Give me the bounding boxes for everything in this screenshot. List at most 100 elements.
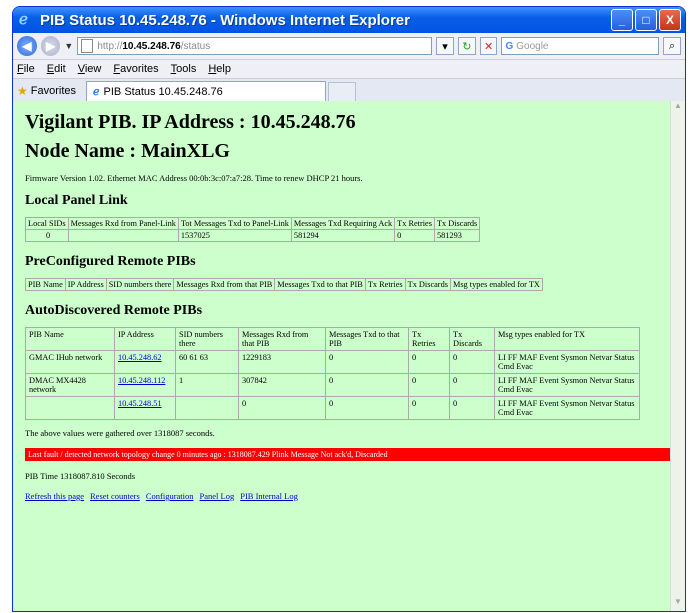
table-header: Local SIDs [25, 217, 69, 230]
menu-view[interactable]: View [78, 63, 102, 75]
scroll-up-icon[interactable]: ▲ [671, 101, 685, 115]
page-icon [81, 39, 94, 53]
table-cell: 1 [175, 373, 239, 397]
history-dropdown-icon[interactable]: ▼ [64, 41, 73, 51]
table-header: Messages Txd to that PIB [274, 278, 366, 291]
table-header: Tx Retries [364, 278, 406, 291]
pib-name-cell: GMAC IHub network [25, 350, 115, 374]
tab-pib-status[interactable]: ℯ PIB Status 10.45.248.76 [86, 81, 327, 101]
table-cell: 581293 [433, 229, 481, 242]
autodiscovered-table: PIB Name IP Address SID numbers there Me… [25, 327, 640, 420]
table-header: Messages Txd Requiring Ack [290, 217, 396, 230]
table-row: GMAC IHub network 10.45.248.62 60 61 63 … [25, 350, 640, 374]
search-input[interactable]: G Google [501, 37, 660, 55]
table-header: SID numbers there [175, 327, 239, 351]
page-heading: Vigilant PIB. IP Address : 10.45.248.76 [25, 111, 356, 133]
table-header: Msg types enabled for TX [449, 278, 543, 291]
node-name: Node Name : MainXLG [25, 140, 230, 162]
star-icon: ★ [17, 84, 28, 98]
ip-link[interactable]: 10.45.248.112 [118, 376, 165, 385]
gathered-note: The above values were gathered over 1318… [25, 428, 215, 438]
table-row: 0 1537025 581294 0 581293 [25, 229, 481, 242]
forward-button[interactable]: ▶ [40, 36, 61, 56]
firmware-info: Firmware Version 1.02. Ethernet MAC Addr… [25, 173, 363, 183]
table-header: Messages Txd to that PIB [325, 327, 409, 351]
table-cell: 0 [408, 350, 450, 374]
table-cell: 0 [325, 350, 409, 374]
table-cell: 0 [325, 396, 409, 420]
address-host: 10.45.248.76 [122, 40, 181, 52]
search-icon[interactable]: ⌕ [663, 37, 681, 55]
table-cell: 0 [408, 396, 450, 420]
table-cell: LI FF MAF Event Sysmon Netvar Status Cmd… [494, 396, 640, 420]
table-cell: 0 [238, 396, 326, 420]
google-icon: G [505, 40, 514, 52]
minimize-button[interactable]: _ [611, 9, 633, 31]
table-cell: 0 [408, 373, 450, 397]
table-header: Tx Discards [404, 278, 451, 291]
stop-icon[interactable]: ✕ [479, 37, 498, 55]
new-tab-button[interactable] [328, 82, 357, 101]
table-header: Tx Retries [408, 327, 450, 351]
table-cell: 0 [449, 373, 495, 397]
table-header: Messages Rxd from Panel-Link [67, 217, 179, 230]
favorites-button[interactable]: ★ Favorites [17, 81, 86, 101]
table-cell: 0 [449, 396, 495, 420]
preconfigured-table: PIB Name IP Address SID numbers there Me… [25, 278, 543, 291]
reset-counters-link[interactable]: Reset counters [90, 491, 140, 501]
table-header-row: Local SIDs Messages Rxd from Panel-Link … [25, 217, 481, 230]
address-path: /status [180, 40, 211, 52]
autodiscovered-title: AutoDiscovered Remote PIBs [25, 303, 203, 318]
close-button[interactable]: X [659, 9, 681, 31]
ip-link[interactable]: 10.45.248.51 [118, 399, 162, 408]
vertical-scrollbar[interactable]: ▲ ▼ [670, 101, 685, 611]
tab-label: PIB Status 10.45.248.76 [103, 85, 223, 98]
back-button[interactable]: ◀ [17, 36, 37, 56]
menu-favorites[interactable]: Favorites [113, 63, 158, 75]
preconfigured-title: PreConfigured Remote PIBs [25, 254, 196, 269]
refresh-icon[interactable]: ↻ [457, 37, 476, 55]
table-header: Msg types enabled for TX [494, 327, 640, 351]
table-header-row: PIB Name IP Address SID numbers there Me… [25, 278, 543, 291]
address-dropdown-icon[interactable]: ▾ [436, 37, 454, 55]
menu-edit[interactable]: Edit [47, 63, 66, 75]
ip-link[interactable]: 10.45.248.62 [118, 353, 162, 362]
window-title: PIB Status 10.45.248.76 - Windows Intern… [40, 11, 410, 29]
menu-file[interactable]: File [17, 63, 35, 75]
table-cell: 60 61 63 [175, 350, 239, 374]
table-cell [175, 396, 239, 420]
table-cell: 581294 [290, 229, 396, 242]
tab-ie-icon: ℯ [93, 86, 100, 98]
panel-log-link[interactable]: Panel Log [200, 491, 235, 501]
title-bar: ℯ PIB Status 10.45.248.76 - Windows Inte… [13, 7, 685, 33]
ip-cell: 10.45.248.62 [114, 350, 176, 374]
favorites-label: Favorites [30, 85, 77, 97]
table-cell: LI FF MAF Event Sysmon Netvar Status Cmd… [494, 373, 640, 397]
configuration-link[interactable]: Configuration [146, 491, 194, 501]
browser-window: ℯ PIB Status 10.45.248.76 - Windows Inte… [12, 6, 686, 612]
address-bar-row: ◀ ▶ ▼ http://10.45.248.76/status ▾ ↻ ✕ G… [13, 33, 685, 60]
page-content: Vigilant PIB. IP Address : 10.45.248.76 … [13, 101, 685, 611]
address-prefix: http:// [97, 40, 123, 52]
pib-internal-log-link[interactable]: PIB Internal Log [240, 491, 298, 501]
scroll-down-icon[interactable]: ▼ [671, 597, 685, 611]
table-header: IP Address [114, 327, 176, 351]
local-panel-table: Local SIDs Messages Rxd from Panel-Link … [25, 217, 481, 242]
search-placeholder: Google [516, 40, 549, 52]
table-header: PIB Name [25, 327, 115, 351]
ip-cell: 10.45.248.51 [114, 396, 176, 420]
table-header: SID numbers there [105, 278, 175, 291]
menu-help[interactable]: Help [208, 63, 231, 75]
local-panel-title: Local Panel Link [25, 193, 128, 208]
maximize-button[interactable]: □ [635, 9, 657, 31]
table-header: Tx Retries [394, 217, 435, 230]
address-input[interactable]: http://10.45.248.76/status [77, 37, 433, 55]
table-cell: 0 [25, 229, 69, 242]
refresh-page-link[interactable]: Refresh this page [25, 491, 84, 501]
table-header-row: PIB Name IP Address SID numbers there Me… [25, 327, 640, 351]
table-header: Tx Discards [433, 217, 481, 230]
menu-tools[interactable]: Tools [171, 63, 197, 75]
fault-banner: Last fault / detected network topology c… [25, 448, 675, 461]
table-header: Tot Messages Txd to Panel-Link [177, 217, 292, 230]
table-header: PIB Name [25, 278, 66, 291]
